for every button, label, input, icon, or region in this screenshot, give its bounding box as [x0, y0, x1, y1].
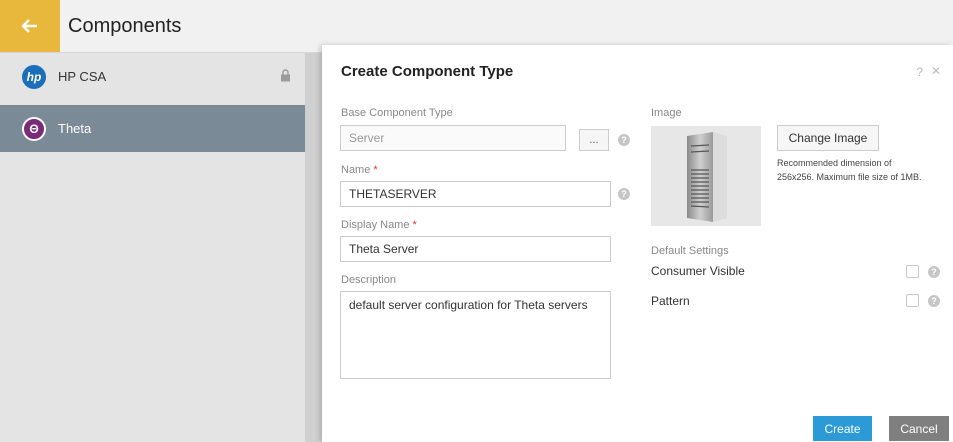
overlay-shade — [306, 53, 322, 442]
name-label: Name * — [341, 164, 378, 176]
display-name-field[interactable]: Theta Server — [340, 236, 611, 262]
create-component-type-dialog: Create Component Type ? ✕ Base Component… — [322, 45, 953, 442]
component-image — [651, 126, 761, 226]
sidebar-item-hp-csa[interactable]: hp HP CSA — [0, 53, 305, 100]
dialog-title: Create Component Type — [341, 63, 514, 80]
sidebar-item-label: Theta — [58, 121, 92, 136]
base-type-label: Base Component Type — [341, 107, 453, 119]
cancel-button[interactable]: Cancel — [889, 416, 949, 441]
pattern-label: Pattern — [651, 294, 690, 308]
name-field[interactable]: THETASERVER — [340, 181, 611, 207]
image-label: Image — [651, 107, 682, 119]
image-hint: Recommended dimension of 256x256. Maximu… — [777, 158, 922, 182]
theta-logo-icon: Θ — [22, 116, 46, 141]
close-icon[interactable]: ✕ — [931, 64, 941, 78]
display-name-label: Display Name * — [341, 219, 417, 231]
base-type-field: Server — [340, 125, 566, 151]
description-textarea[interactable]: default server configuration for Theta s… — [340, 291, 611, 379]
help-icon[interactable]: ? — [618, 134, 630, 146]
help-icon[interactable]: ? — [618, 188, 630, 200]
create-button[interactable]: Create — [813, 416, 872, 441]
consumer-visible-label: Consumer Visible — [651, 264, 745, 278]
default-settings-label: Default Settings — [651, 245, 729, 257]
arrow-left-icon — [22, 19, 37, 33]
sidebar-item-theta[interactable]: Θ Theta — [0, 105, 305, 152]
lock-icon — [281, 69, 290, 82]
help-icon[interactable]: ? — [928, 266, 940, 278]
consumer-visible-checkbox[interactable] — [906, 265, 919, 278]
provider-sidebar: hp HP CSA Θ Theta — [0, 53, 306, 442]
browse-button[interactable]: ... — [579, 129, 609, 151]
help-icon[interactable]: ? — [916, 65, 923, 79]
back-button[interactable] — [0, 0, 60, 52]
page-title: Components — [68, 15, 182, 37]
sidebar-item-label: HP CSA — [58, 69, 107, 84]
pattern-checkbox[interactable] — [906, 294, 919, 307]
server-icon — [687, 132, 727, 222]
hp-logo-icon: hp — [22, 64, 46, 89]
description-label: Description — [341, 274, 397, 286]
change-image-button[interactable]: Change Image — [777, 125, 879, 151]
help-icon[interactable]: ? — [928, 295, 940, 307]
